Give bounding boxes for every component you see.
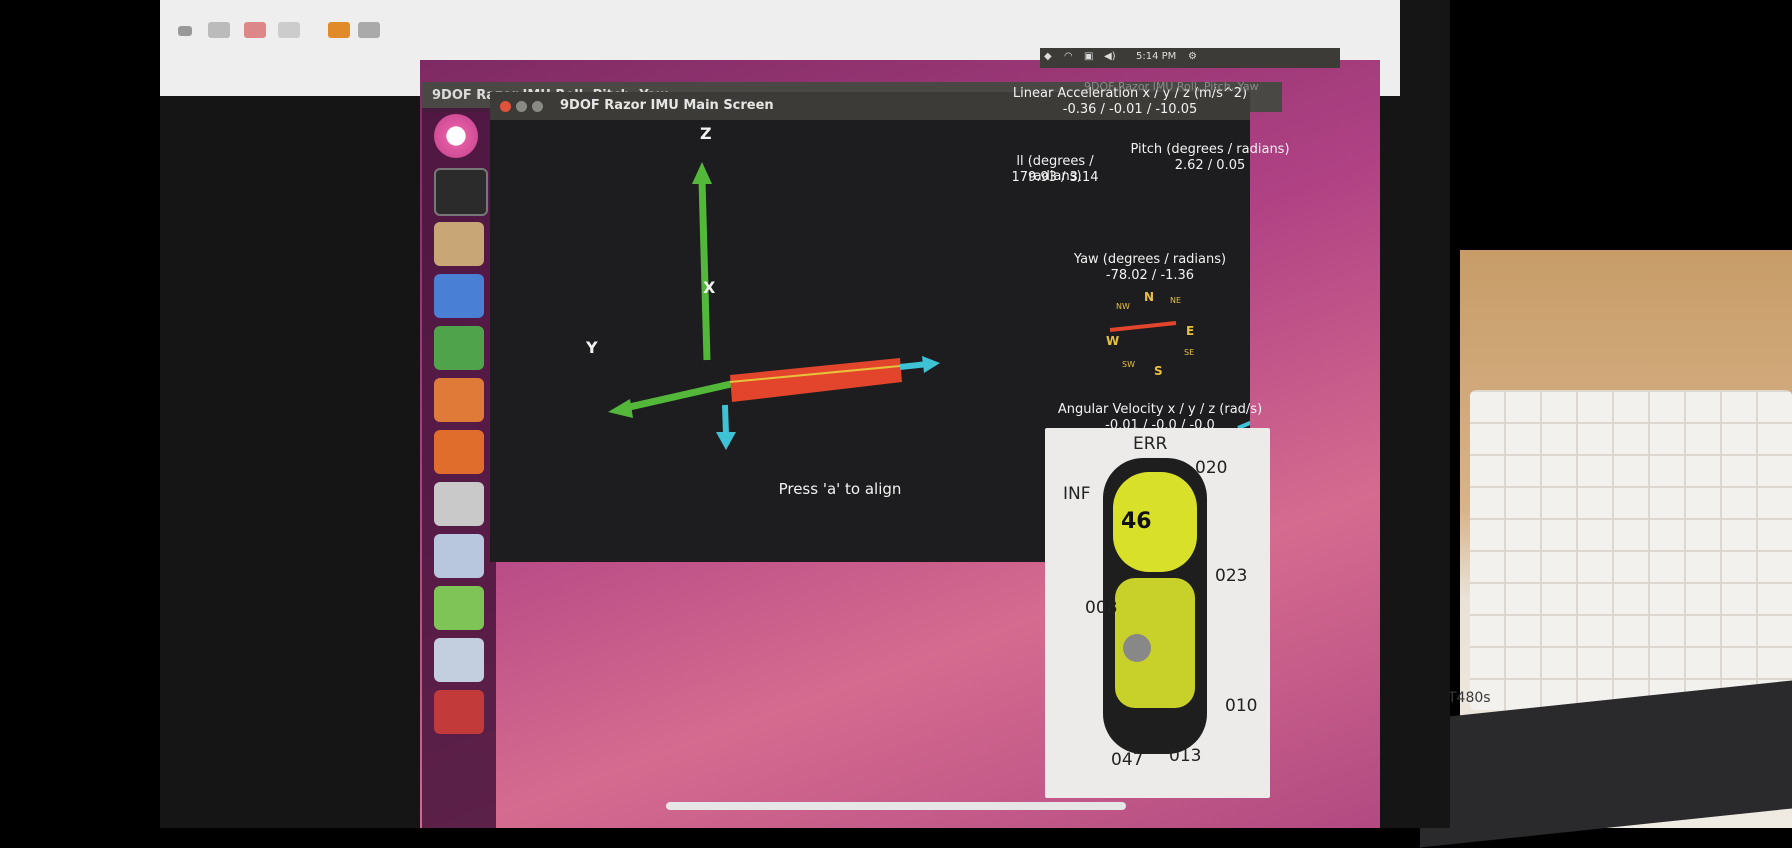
z-axis-line	[698, 179, 711, 361]
car-label-013: 013	[1169, 746, 1202, 766]
yaw-value: -78.02 / -1.36	[1105, 268, 1195, 283]
compass-s: S	[1154, 364, 1163, 378]
y-axis-label: Y	[586, 338, 598, 357]
volume-icon[interactable]: ◀)	[1104, 51, 1116, 62]
car-label-023: 023	[1215, 566, 1248, 586]
linear-accel-value: -0.36 / -0.01 / -10.05	[1062, 102, 1198, 117]
gear-icon[interactable]: ⚙	[1188, 51, 1197, 62]
z-axis-arrow	[692, 162, 712, 184]
roll-value: 179.93 / 3.14	[1011, 170, 1099, 185]
car-label-010: 010	[1225, 696, 1258, 716]
ubuntu-dash-icon[interactable]	[434, 114, 478, 158]
unknown-app-2-icon[interactable]	[434, 638, 484, 682]
compass-sw: SW	[1122, 360, 1135, 369]
launcher	[422, 108, 496, 828]
wifi-icon[interactable]: ◠	[1064, 51, 1073, 62]
back-window-ghost-title: 9DOF Razor IMU Roll, Pitch, Yaw	[1084, 80, 1259, 93]
car-label-err: ERR	[1133, 434, 1168, 454]
angular-velocity-label: Angular Velocity x / y / z (rad/s)	[1057, 402, 1263, 417]
x-axis-arrow	[922, 356, 940, 373]
car-label-008: 008	[1085, 598, 1118, 618]
clock[interactable]: 5:14 PM	[1136, 51, 1176, 62]
down-axis-arrow	[716, 432, 736, 450]
laptop-brand: T480s	[1448, 690, 1491, 706]
impress-icon[interactable]	[434, 378, 484, 422]
compass-se: SE	[1184, 348, 1195, 357]
software-center-icon[interactable]	[434, 430, 484, 474]
chevron-icon[interactable]	[178, 26, 192, 36]
align-prompt: Press 'a' to align	[778, 480, 902, 498]
main-window-title: 9DOF Razor IMU Main Screen	[560, 98, 774, 113]
y-axis-line	[624, 378, 741, 412]
y-axis-arrow	[608, 399, 633, 418]
terminal-icon[interactable]	[434, 168, 488, 216]
keyboard	[1470, 390, 1792, 710]
compass-n: N	[1144, 290, 1155, 304]
files-icon[interactable]	[434, 222, 484, 266]
system-settings-icon[interactable]	[434, 482, 484, 526]
pitch-value: 2.62 / 0.05	[1174, 158, 1246, 173]
ros-icon[interactable]	[328, 22, 350, 38]
network-icon[interactable]	[358, 22, 380, 38]
settings-icon[interactable]	[278, 22, 300, 38]
compass-e: E	[1186, 324, 1195, 338]
car-overlay: 46 ERR 020 INF 023 008 010 047 013	[1045, 428, 1270, 798]
compass-ne: NE	[1170, 296, 1182, 305]
puzzle-icon[interactable]	[434, 586, 484, 630]
unknown-app-icon[interactable]	[434, 534, 484, 578]
battery-icon[interactable]	[208, 22, 230, 38]
compass-w: W	[1106, 334, 1120, 348]
z-axis-label: Z	[700, 124, 712, 143]
home-indicator[interactable]	[666, 802, 1126, 810]
pitch-label: Pitch (degrees / radians)	[1130, 142, 1290, 157]
x-axis-label: X	[703, 278, 716, 297]
laptop-screen: ◆ ◠ ▣ ◀) 5:14 PM ⚙ 9DOF Razor IMU Roll, …	[160, 0, 1450, 828]
car-label-inf: INF	[1063, 484, 1091, 504]
tool-pen-icon[interactable]	[244, 22, 266, 38]
top-panel: ◆ ◠ ▣ ◀) 5:14 PM ⚙	[1040, 48, 1340, 68]
trash-icon[interactable]	[434, 690, 484, 734]
down-axis-line	[722, 404, 729, 436]
notification-icon[interactable]: ◆	[1044, 51, 1052, 62]
maximize-icon[interactable]	[532, 101, 543, 112]
roll-indicator	[1109, 321, 1177, 332]
car-label-020: 020	[1195, 458, 1228, 478]
writer-icon[interactable]	[434, 274, 484, 318]
keyboard-icon[interactable]: ▣	[1084, 51, 1093, 62]
minimize-icon[interactable]	[516, 101, 527, 112]
car-label-047: 047	[1111, 750, 1144, 770]
yaw-label: Yaw (degrees / radians)	[1073, 252, 1227, 267]
compass-nw: NW	[1116, 302, 1130, 311]
calc-icon[interactable]	[434, 326, 484, 370]
svg-text:46: 46	[1121, 509, 1152, 534]
close-icon[interactable]	[500, 101, 511, 112]
